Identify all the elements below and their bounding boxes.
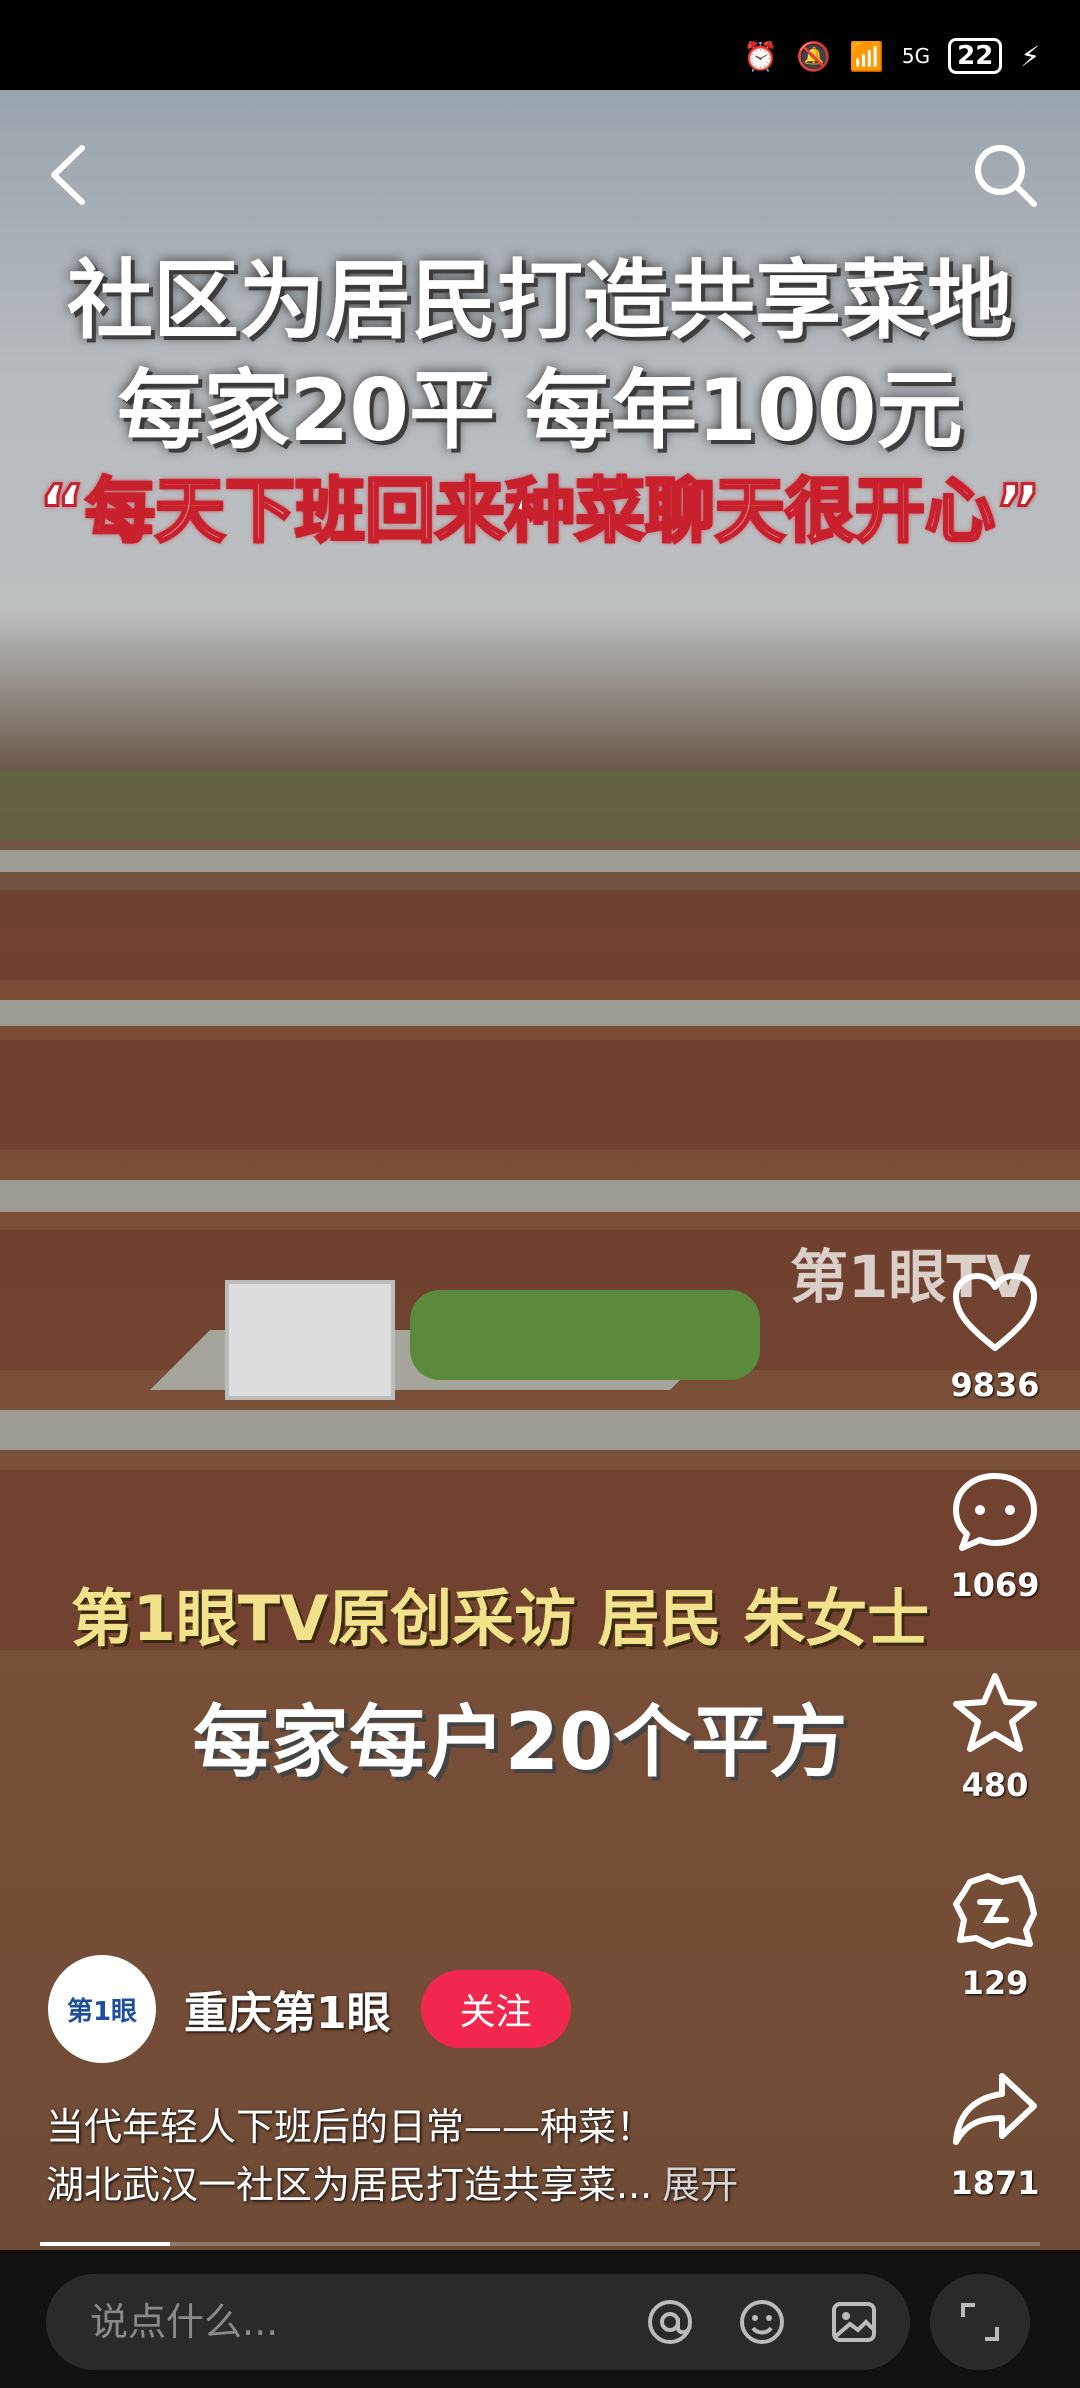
comment-button[interactable]: 1069	[940, 1470, 1050, 1604]
heart-icon	[953, 1273, 1037, 1351]
battery-level: 22	[948, 38, 1003, 74]
expand-description-link[interactable]: 展开	[662, 2163, 738, 2207]
author-name[interactable]: 重庆第1眼	[184, 1977, 391, 2041]
network-label: 5G	[901, 44, 931, 68]
title-line-2: 每家20平 每年100元	[117, 361, 963, 461]
like-count: 9836	[950, 1366, 1040, 1404]
video-player[interactable]: 社区为居民打造共享菜地 每家20平 每年100元 “每天下班回来种菜聊天很开心”…	[0, 90, 1080, 2250]
caption-yellow: 第1眼TV原创采访 居民 朱女士	[70, 1582, 930, 1655]
description-line-2: 湖北武汉一社区为居民打造共享菜...	[46, 2163, 653, 2207]
fullscreen-button[interactable]	[930, 2274, 1030, 2370]
back-button[interactable]	[40, 140, 100, 210]
video-progress-bar[interactable]	[40, 2242, 1040, 2246]
status-bar: ⏰ 🔕 📶 5G 22 ⚡	[0, 0, 1080, 90]
title-line-3: “每天下班回来种菜聊天很开心”	[37, 469, 1042, 554]
charging-icon: ⚡	[1020, 39, 1040, 73]
video-description[interactable]: 当代年轻人下班后的日常——种菜！ 湖北武汉一社区为居民打造共享菜... 展开	[46, 2098, 926, 2214]
comment-input-container[interactable]	[46, 2274, 910, 2370]
share-friends-button[interactable]: 129	[940, 1868, 1050, 2002]
wifi-icon: 📶	[849, 39, 884, 73]
mention-icon[interactable]	[644, 2296, 696, 2348]
emoji-icon[interactable]	[736, 2296, 788, 2348]
title-line-1: 社区为居民打造共享菜地	[67, 251, 1013, 351]
video-progress-fill	[40, 2242, 170, 2246]
comment-input[interactable]	[90, 2300, 650, 2344]
comment-icon	[953, 1473, 1037, 1551]
share-icon	[953, 2073, 1037, 2145]
status-icons: ⏰ 🔕 📶 5G 22 ⚡	[743, 38, 1040, 74]
share-button[interactable]: 1871	[940, 2068, 1050, 2202]
comment-bar	[0, 2250, 1080, 2388]
expand-icon	[961, 2303, 999, 2341]
vegetables	[410, 1290, 760, 1380]
plastic-basket	[225, 1280, 395, 1400]
share-friends-icon	[953, 1873, 1037, 1949]
search-button[interactable]	[970, 140, 1040, 210]
favorite-button[interactable]: 480	[940, 1670, 1050, 1804]
star-icon	[953, 1673, 1037, 1752]
author-row: 第1眼 重庆第1眼 关注	[48, 1955, 571, 2063]
avatar[interactable]: 第1眼	[48, 1955, 156, 2063]
follow-button[interactable]: 关注	[420, 1970, 571, 2048]
favorite-count: 480	[961, 1766, 1029, 1804]
search-icon	[975, 145, 1037, 207]
description-line-1: 当代年轻人下班后的日常——种菜！	[46, 2105, 655, 2149]
like-button[interactable]: 9836	[940, 1270, 1050, 1404]
alarm-icon: ⏰	[743, 39, 779, 73]
image-icon[interactable]	[828, 2296, 880, 2348]
share-count: 1871	[950, 2164, 1040, 2202]
back-icon	[51, 145, 85, 205]
share-friends-count: 129	[961, 1964, 1029, 2002]
comment-count: 1069	[950, 1566, 1040, 1604]
caption-white: 每家每户20个平方	[192, 1698, 848, 1788]
mute-icon: 🔕	[796, 39, 832, 73]
